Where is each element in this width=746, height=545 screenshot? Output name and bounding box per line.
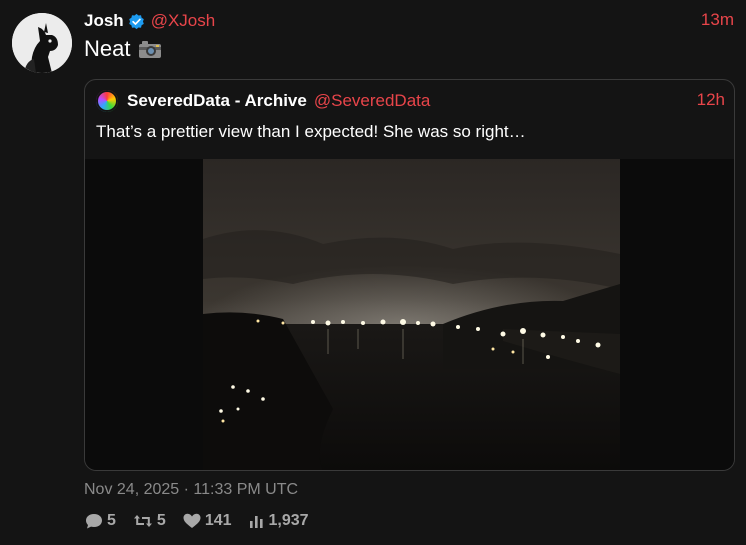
comment-icon xyxy=(86,514,102,529)
camera-icon xyxy=(138,39,162,59)
views-stat[interactable]: 1,937 xyxy=(248,512,309,530)
like-count: 141 xyxy=(204,512,232,529)
quoted-author-handle[interactable]: @SeveredData xyxy=(314,91,431,111)
retweet-icon xyxy=(133,515,152,527)
views-count: 1,937 xyxy=(268,512,309,529)
author-name[interactable]: Josh xyxy=(84,11,124,31)
verified-badge-icon xyxy=(128,13,145,30)
like-stat[interactable]: 141 xyxy=(182,512,232,530)
views-chart-icon xyxy=(249,516,263,528)
quoted-post-text: That’s a prettier view than I expected! … xyxy=(96,122,526,141)
post-timestamp[interactable]: Nov 24, 2025 · 11:33 PM UTC xyxy=(84,481,298,499)
reply-stat[interactable]: 5 xyxy=(84,512,116,530)
post-card: Josh @XJosh 13m Neat SeveredData - Archi… xyxy=(0,0,746,545)
retweet-stat[interactable]: 5 xyxy=(132,512,166,530)
horse-mask-avatar-icon xyxy=(12,13,72,73)
rainbow-avatar-icon[interactable] xyxy=(96,90,118,112)
author-avatar[interactable] xyxy=(12,13,72,73)
post-body: Neat xyxy=(84,36,162,62)
author-line: Josh @XJosh xyxy=(84,10,215,32)
post-stats: 5 5 141 1,937 xyxy=(84,512,325,530)
quoted-author-name[interactable]: SeveredData - Archive xyxy=(127,91,307,111)
author-handle[interactable]: @XJosh xyxy=(151,11,216,31)
quoted-author-line: SeveredData - Archive @SeveredData xyxy=(127,90,430,112)
post-time[interactable]: 13m xyxy=(701,10,734,30)
heart-icon xyxy=(183,513,201,528)
retweet-count: 5 xyxy=(156,512,166,529)
night-harbor-photo[interactable] xyxy=(203,159,620,471)
quoted-post[interactable]: SeveredData - Archive @SeveredData 12h T… xyxy=(84,79,735,471)
quoted-media[interactable] xyxy=(85,159,734,471)
reply-count: 5 xyxy=(107,512,116,529)
quoted-post-time[interactable]: 12h xyxy=(697,90,725,110)
post-text: Neat xyxy=(84,36,131,61)
